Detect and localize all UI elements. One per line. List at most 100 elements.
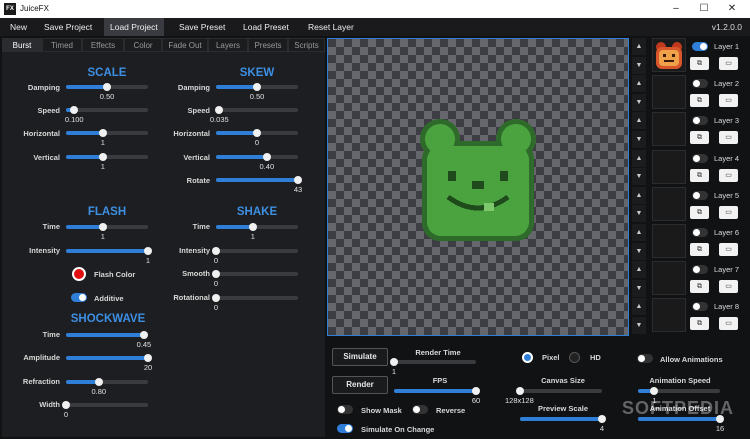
close-icon[interactable]: ✕ [718, 0, 746, 18]
move-layer-down-icon[interactable]: ▼ [632, 93, 646, 111]
copy-layer-icon[interactable]: ⧉ [690, 168, 709, 182]
slider-knob[interactable] [248, 223, 257, 231]
flash-time-slider[interactable]: 1 [66, 223, 148, 241]
slider-knob[interactable] [103, 83, 111, 91]
move-layer-up-icon[interactable]: ▲ [632, 298, 646, 316]
copy-layer-icon[interactable]: ⧉ [690, 131, 709, 145]
simulate-on-change-toggle[interactable] [337, 424, 353, 433]
folder-icon[interactable]: ▭ [719, 57, 738, 70]
copy-layer-icon[interactable]: ⧉ [690, 243, 709, 256]
layer-thumbnail[interactable] [652, 149, 686, 184]
move-layer-down-icon[interactable]: ▼ [632, 56, 646, 74]
layer-visibility-toggle[interactable] [692, 42, 708, 51]
slider-knob[interactable] [144, 354, 152, 362]
flash-intensity-slider[interactable]: 1 [66, 247, 152, 265]
move-layer-down-icon[interactable]: ▼ [632, 242, 646, 260]
simulate-button[interactable]: Simulate [332, 348, 388, 366]
shockwave-time-slider[interactable]: 0.45 [66, 331, 151, 349]
layer-thumbnail[interactable] [652, 261, 686, 296]
skew-speed-slider[interactable]: 0.035 [210, 106, 298, 124]
tab-effects[interactable]: Effects [82, 38, 124, 52]
preview-scale-slider[interactable]: 4 [520, 415, 606, 433]
flash-color-swatch[interactable] [72, 267, 86, 281]
skew-horizontal-slider[interactable]: 0 [216, 129, 298, 147]
layer-visibility-toggle[interactable] [692, 116, 708, 126]
slider-knob[interactable] [253, 83, 261, 91]
scale-speed-slider[interactable]: 0.100 [65, 106, 148, 124]
slider-knob[interactable] [294, 176, 302, 184]
layer-visibility-toggle[interactable] [692, 302, 708, 312]
slider-knob[interactable] [98, 129, 107, 137]
move-layer-up-icon[interactable]: ▲ [632, 112, 646, 130]
slider-knob[interactable] [212, 294, 220, 302]
move-layer-down-icon[interactable]: ▼ [632, 205, 646, 223]
show-mask-toggle[interactable] [337, 405, 353, 414]
layer-visibility-toggle[interactable] [692, 153, 708, 163]
shake-intensity-slider[interactable]: 0 [212, 247, 298, 265]
scale-horizontal-slider[interactable]: 1 [66, 129, 148, 147]
shockwave-refraction-slider[interactable]: 0.80 [66, 378, 148, 396]
menu-load-preset[interactable]: Load Preset [237, 18, 295, 36]
skew-damping-slider[interactable]: 0.50 [216, 83, 298, 101]
menu-load-project[interactable]: Load Project [104, 18, 164, 36]
tab-timed[interactable]: Timed [42, 38, 82, 52]
preview-canvas[interactable] [327, 38, 629, 336]
render-time-slider[interactable]: 1 [390, 358, 476, 376]
menu-save-project[interactable]: Save Project [38, 18, 98, 36]
fps-slider[interactable]: 60 [394, 387, 480, 405]
slider-knob[interactable] [215, 106, 224, 114]
canvas-size-slider[interactable]: 128x128 [505, 387, 602, 405]
move-layer-down-icon[interactable]: ▼ [632, 131, 646, 148]
move-layer-up-icon[interactable]: ▲ [632, 261, 646, 279]
scale-damping-slider[interactable]: 0.50 [66, 83, 148, 101]
slider-knob[interactable] [253, 129, 261, 137]
layer-visibility-toggle[interactable] [692, 190, 708, 200]
menu-save-preset[interactable]: Save Preset [173, 18, 231, 36]
layer-thumbnail[interactable] [652, 112, 686, 147]
move-layer-down-icon[interactable]: ▼ [632, 168, 646, 186]
copy-layer-icon[interactable]: ⧉ [690, 280, 709, 294]
layer-thumbnail[interactable] [652, 224, 686, 258]
layer-thumbnail[interactable] [652, 38, 686, 72]
tab-burst[interactable]: Burst [2, 38, 42, 52]
layer-visibility-toggle[interactable] [692, 79, 708, 89]
maximize-icon[interactable]: ☐ [690, 0, 718, 18]
slider-knob[interactable] [650, 387, 659, 395]
layer-visibility-toggle[interactable] [692, 228, 708, 237]
folder-icon[interactable]: ▭ [719, 205, 738, 219]
pixel-radio[interactable] [522, 352, 533, 363]
menu-new[interactable]: New [4, 18, 33, 36]
move-layer-up-icon[interactable]: ▲ [632, 38, 646, 55]
tab-presets[interactable]: Presets [248, 38, 288, 52]
menu-reset-layer[interactable]: Reset Layer [302, 18, 360, 36]
tab-fade-out[interactable]: Fade Out [162, 38, 208, 52]
move-layer-up-icon[interactable]: ▲ [632, 75, 646, 93]
tab-color[interactable]: Color [124, 38, 162, 52]
folder-icon[interactable]: ▭ [719, 94, 738, 108]
animation-speed-slider[interactable]: 1 [638, 387, 720, 405]
copy-layer-icon[interactable]: ⧉ [690, 94, 709, 108]
move-layer-up-icon[interactable]: ▲ [632, 224, 646, 241]
allow-animations-toggle[interactable] [637, 354, 653, 363]
copy-layer-icon[interactable]: ⧉ [690, 317, 709, 331]
move-layer-down-icon[interactable]: ▼ [632, 279, 646, 297]
folder-icon[interactable]: ▭ [719, 168, 738, 182]
slider-knob[interactable] [598, 415, 606, 423]
move-layer-up-icon[interactable]: ▲ [632, 149, 646, 167]
slider-knob[interactable] [390, 358, 398, 366]
slider-knob[interactable] [98, 153, 107, 161]
shake-time-slider[interactable]: 1 [216, 223, 298, 241]
folder-icon[interactable]: ▭ [719, 243, 738, 256]
layer-thumbnail[interactable] [652, 75, 686, 110]
hd-radio[interactable] [569, 352, 580, 363]
slider-knob[interactable] [62, 401, 70, 409]
reverse-toggle[interactable] [412, 405, 428, 414]
layer-thumbnail[interactable] [652, 298, 686, 333]
tab-layers[interactable]: Layers [208, 38, 248, 52]
copy-layer-icon[interactable]: ⧉ [690, 205, 709, 219]
folder-icon[interactable]: ▭ [719, 131, 738, 145]
shake-smooth-slider[interactable]: 0 [212, 270, 298, 288]
shockwave-amplitude-slider[interactable]: 20 [66, 354, 152, 372]
shockwave-width-slider[interactable]: 0 [62, 401, 148, 419]
layer-thumbnail[interactable] [652, 186, 686, 221]
